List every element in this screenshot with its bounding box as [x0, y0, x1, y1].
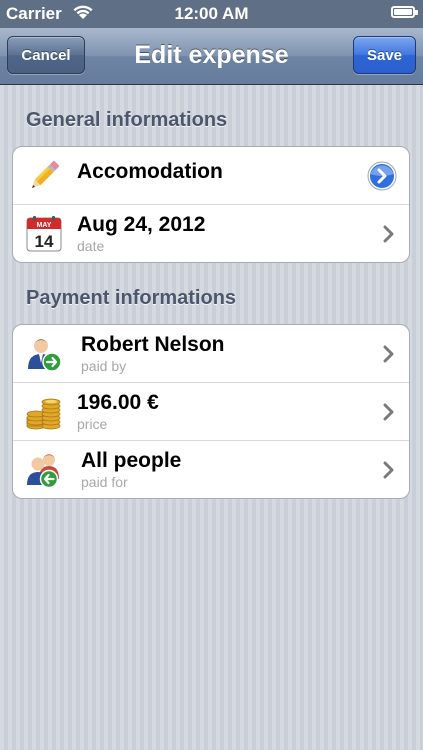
battery-icon — [391, 6, 418, 18]
calendar-icon: MAY 14 — [25, 215, 63, 253]
chevron-right-icon — [383, 403, 395, 426]
coins-icon — [25, 393, 63, 431]
person-arrow-icon — [25, 335, 63, 373]
chevron-right-icon — [383, 225, 395, 248]
general-group: Accomodation MAY 14 Aug 24, 2012 date — [12, 146, 410, 263]
paid-by-label: paid by — [81, 358, 127, 374]
chevron-right-icon — [383, 461, 395, 484]
save-button[interactable]: Save — [353, 36, 416, 74]
chevron-right-icon — [383, 345, 395, 368]
section-header-payment: Payment informations — [26, 287, 237, 309]
payment-group: Robert Nelson paid by 196.00 € price All… — [12, 324, 410, 499]
paid-by-value: Robert Nelson — [81, 333, 225, 356]
paid-for-row[interactable]: All people paid for — [13, 441, 409, 498]
status-bar: Carrier 12:00 AM — [0, 0, 423, 28]
category-value: Accomodation — [77, 160, 223, 183]
date-label: date — [77, 238, 105, 254]
price-row[interactable]: 196.00 € price — [13, 383, 409, 441]
calendar-day: 14 — [35, 232, 54, 251]
category-row[interactable]: Accomodation — [13, 147, 409, 205]
date-value: Aug 24, 2012 — [77, 213, 206, 236]
paid-for-value: All people — [81, 449, 182, 472]
price-label: price — [77, 416, 108, 432]
pencil-icon — [25, 157, 63, 195]
calendar-month: MAY — [37, 222, 52, 229]
paid-for-label: paid for — [81, 474, 128, 490]
paid-by-row[interactable]: Robert Nelson paid by — [13, 325, 409, 383]
date-row[interactable]: MAY 14 Aug 24, 2012 date — [13, 205, 409, 262]
price-value: 196.00 € — [77, 391, 159, 414]
navigation-bar: Cancel Edit expense Save — [0, 28, 423, 85]
section-header-general: General informations — [26, 109, 228, 131]
clock: 12:00 AM — [174, 4, 249, 23]
group-icon — [25, 451, 63, 489]
disclosure-button-icon[interactable] — [367, 161, 397, 191]
